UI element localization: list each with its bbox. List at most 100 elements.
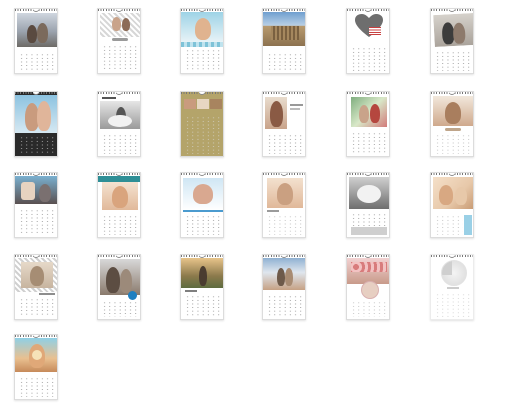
hanger-hook (365, 173, 371, 176)
calendar-day-grid (185, 215, 221, 235)
calendar-design-20[interactable] (97, 254, 141, 320)
calendar-day-grid (435, 134, 471, 154)
calendar-photo (17, 13, 57, 47)
calendar-design-6[interactable] (430, 8, 474, 74)
calendar-photo (197, 99, 209, 109)
calendar-design-5[interactable] (346, 8, 390, 74)
hanger-hook (281, 92, 287, 95)
calendar-day-grid (19, 136, 55, 154)
calendar-photo (433, 96, 473, 126)
calendar-day-grid (435, 293, 471, 317)
calendar-day-grid (102, 301, 138, 317)
month-title (267, 210, 279, 212)
calendar-photo (265, 97, 287, 129)
month-title (102, 97, 116, 99)
calendar-design-3[interactable] (180, 8, 224, 74)
hanger-hook (116, 255, 122, 258)
calendar-day-grid (185, 116, 221, 154)
calendar-day-grid (267, 295, 303, 317)
calendar-photo (263, 258, 305, 290)
pattern-band (181, 42, 223, 47)
hanger-hook (365, 9, 371, 12)
hanger-hook (199, 92, 205, 95)
calendar-photo (100, 13, 140, 37)
round-photo (361, 281, 379, 299)
calendar-design-10[interactable] (262, 91, 306, 157)
calendar-day-grid (19, 377, 55, 397)
hanger-hook (199, 173, 205, 176)
calendar-design-23[interactable] (346, 254, 390, 320)
calendar-design-4[interactable] (262, 8, 306, 74)
calendar-photo (210, 99, 222, 109)
month-badge (128, 291, 137, 300)
calendar-day-grid (102, 134, 138, 154)
hanger-hook (281, 173, 287, 176)
calendar-design-16[interactable] (262, 172, 306, 238)
script-title (445, 128, 461, 131)
side-text (290, 108, 300, 110)
calendar-design-25[interactable] (14, 334, 58, 400)
calendar-photo (181, 258, 223, 288)
calendar-day-grid (102, 215, 138, 235)
calendar-design-9[interactable] (180, 91, 224, 157)
calendar-photo (102, 182, 138, 210)
calendar-day-grid (351, 47, 387, 71)
shaded-row (351, 227, 387, 235)
calendar-design-14[interactable] (97, 172, 141, 238)
calendar-photo (15, 176, 57, 204)
calendar-design-18[interactable] (430, 172, 474, 238)
hanger-hook (449, 173, 455, 176)
calendar-photo (15, 95, 57, 133)
calendar-photo (349, 177, 389, 209)
calendar-design-22[interactable] (262, 254, 306, 320)
calendar-day-grid (435, 215, 463, 235)
round-photo (441, 260, 467, 286)
calendar-photo (183, 178, 223, 210)
calendar-day-grid (102, 45, 138, 71)
script-title (112, 38, 128, 41)
hanger-hook (449, 92, 455, 95)
calendar-photo (433, 177, 473, 209)
calendar-day-grid (267, 53, 303, 71)
hanger-hook (116, 9, 122, 12)
hanger-hook (116, 92, 122, 95)
calendar-day-grid (267, 134, 303, 154)
calendar-design-gallery (0, 0, 512, 409)
calendar-design-15[interactable] (180, 172, 224, 238)
month-title (39, 293, 55, 295)
calendar-day-grid (19, 298, 55, 317)
calendar-day-grid (19, 209, 55, 235)
calendar-design-12[interactable] (430, 91, 474, 157)
hanger-hook (365, 92, 371, 95)
calendar-photo (181, 12, 223, 42)
calendar-design-2[interactable] (97, 8, 141, 74)
color-band (183, 210, 223, 212)
calendar-photo (15, 338, 57, 372)
hanger-hook (449, 255, 455, 258)
calendar-day-grid (185, 295, 221, 317)
month-title (447, 287, 459, 289)
calendar-design-11[interactable] (346, 91, 390, 157)
month-title (185, 290, 197, 292)
calendar-design-8[interactable] (97, 91, 141, 157)
calendar-photo (263, 12, 305, 46)
calendar-day-grid (435, 51, 471, 71)
calendar-design-17[interactable] (346, 172, 390, 238)
calendar-photo (100, 101, 140, 129)
hanger-hook (33, 9, 39, 12)
calendar-photo (351, 97, 387, 127)
calendar-day-grid (19, 53, 55, 71)
color-band (464, 215, 472, 235)
calendar-day-grid (351, 213, 387, 227)
calendar-design-24[interactable] (430, 254, 474, 320)
calendar-photo (184, 99, 196, 109)
hanger-hook (449, 9, 455, 12)
calendar-design-19[interactable] (14, 254, 58, 320)
calendar-day-grid (351, 132, 387, 154)
calendar-design-7[interactable] (14, 91, 58, 157)
calendar-design-21[interactable] (180, 254, 224, 320)
calendar-photo (267, 178, 303, 208)
calendar-design-13[interactable] (14, 172, 58, 238)
calendar-photo (100, 259, 140, 295)
calendar-design-1[interactable] (14, 8, 58, 74)
